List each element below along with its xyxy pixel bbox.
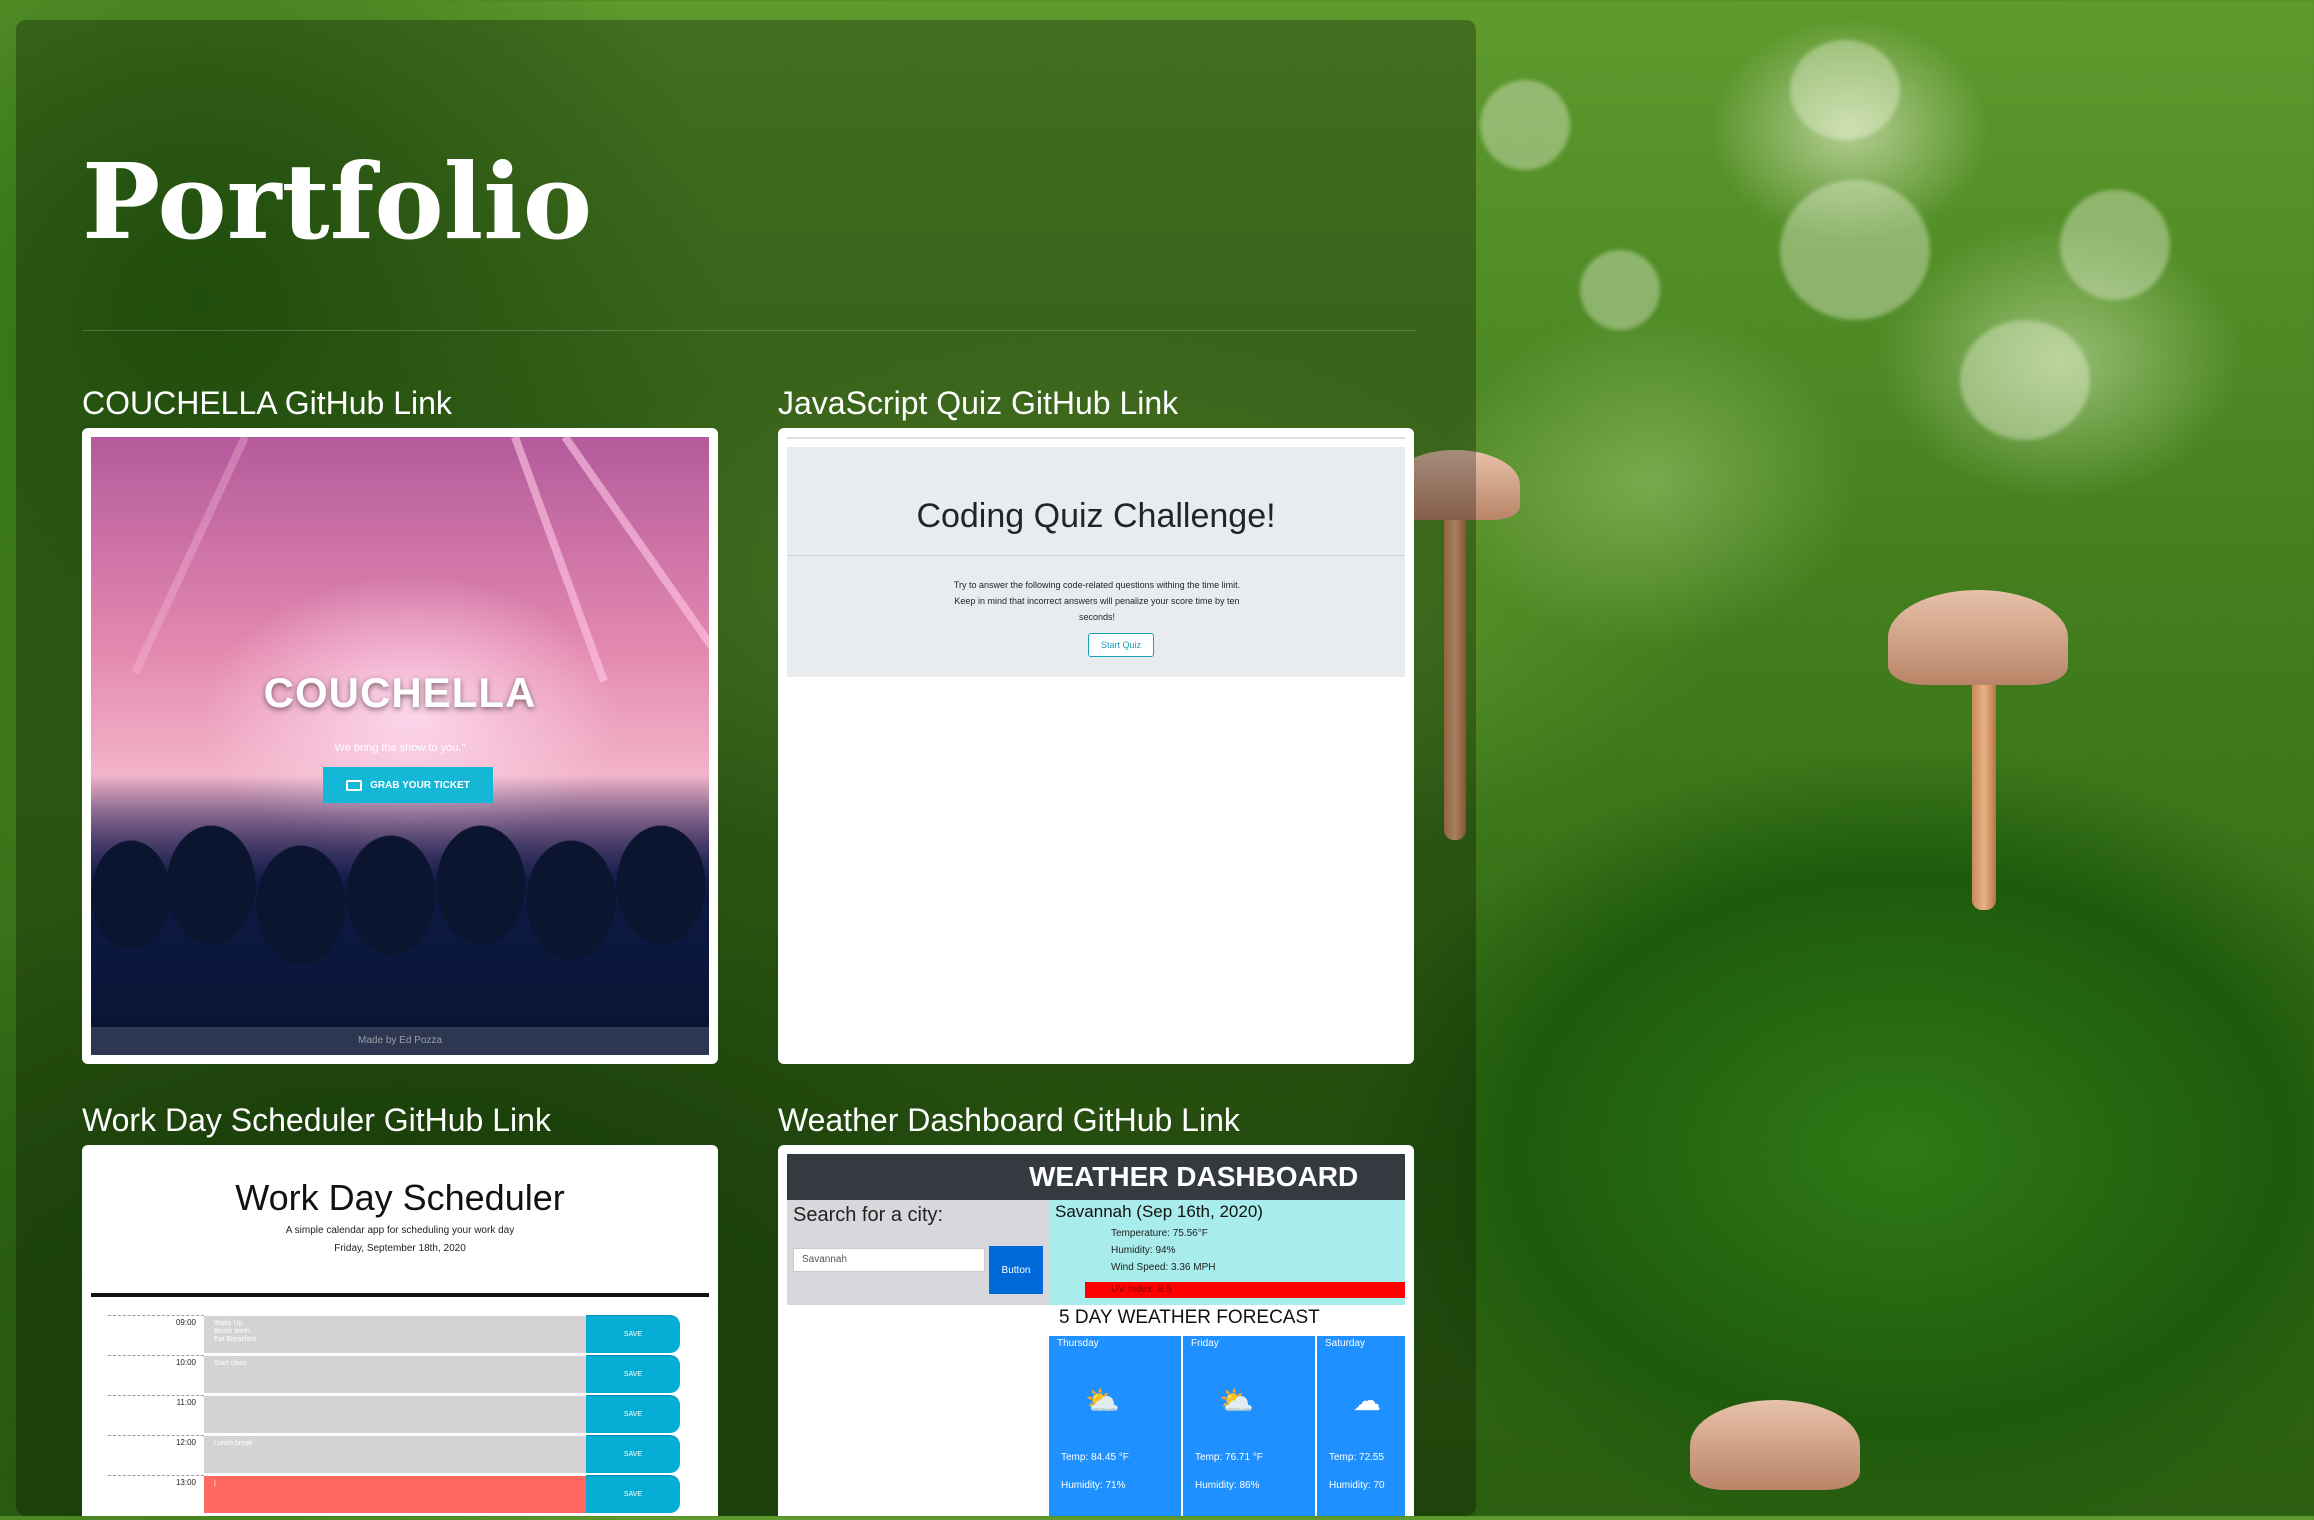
scheduler-title: Work Day Scheduler (235, 1177, 565, 1218)
background-bokeh (1790, 40, 1900, 140)
crowd-silhouette (91, 775, 709, 1055)
save-button: SAVE (586, 1395, 680, 1433)
background-bokeh (1960, 320, 2090, 440)
hour-label: 09:00 (108, 1315, 204, 1353)
cloud-icon: ☁ (1353, 1384, 1381, 1417)
forecast-humidity: Humidity: 70 (1329, 1480, 1385, 1491)
search-label: Search for a city: (793, 1204, 944, 1226)
weather-header: WEATHER DASHBOARD (787, 1154, 1405, 1200)
forecast-temp: Temp: 84.45 °F (1061, 1452, 1129, 1463)
weather-github-link[interactable]: Weather Dashboard GitHub Link (778, 1102, 1240, 1139)
current-weather-panel: Savannah (Sep 16th, 2020) Temperature: 7… (1049, 1200, 1405, 1305)
forecast-temp: Temp: 72.55 (1329, 1452, 1385, 1463)
forecast-day-name: Friday (1191, 1338, 1219, 1349)
time-block-row: 13:00 | SAVE (108, 1475, 692, 1513)
background-bokeh (1780, 180, 1930, 320)
weather-preview-card[interactable]: WEATHER DASHBOARD Search for a city: Sav… (778, 1145, 1414, 1516)
save-button: SAVE (586, 1475, 680, 1513)
time-block-row: 12:00 Lunch break SAVE (108, 1435, 692, 1473)
time-block-row: 11:00 SAVE (108, 1395, 692, 1433)
quiz-description: Try to answer the following code-related… (953, 580, 1241, 622)
forecast-day-card: Friday ⛅ Temp: 76.71 °F Humidity: 86% (1183, 1336, 1315, 1516)
forecast-day-card: Saturday ☁ Temp: 72.55 Humidity: 70 (1317, 1336, 1405, 1516)
background-mushroom (1690, 1390, 1870, 1520)
scheduler-preview-card[interactable]: Work Day Scheduler A simple calendar app… (82, 1145, 718, 1516)
grab-ticket-button: GRAB YOUR TICKET (323, 767, 493, 803)
time-block-row: 10:00 Start class SAVE (108, 1355, 692, 1393)
event-description: Lunch break (204, 1435, 586, 1473)
background-mushroom (1880, 580, 2080, 920)
background-bokeh (2060, 190, 2170, 300)
forecast-humidity: Humidity: 86% (1195, 1480, 1260, 1491)
background-bokeh (1580, 250, 1660, 330)
city-search-input: Savannah (793, 1248, 985, 1272)
couchella-title: COUCHELLA (263, 669, 537, 716)
couchella-github-link[interactable]: COUCHELLA GitHub Link (82, 385, 452, 422)
forecast-humidity: Humidity: 71% (1061, 1480, 1126, 1491)
couchella-footer: Made by Ed Pozza (91, 1027, 709, 1055)
title-divider (82, 330, 1415, 331)
hour-label: 12:00 (108, 1435, 204, 1473)
hour-label: 11:00 (108, 1395, 204, 1433)
forecast-title: 5 DAY WEATHER FORECAST (1059, 1307, 1320, 1328)
event-description (204, 1395, 586, 1433)
hour-label: 13:00 (108, 1475, 204, 1513)
save-button: SAVE (586, 1315, 680, 1353)
partly-cloudy-icon: ⛅ (1085, 1384, 1120, 1417)
start-quiz-button: Start Quiz (1088, 633, 1154, 657)
search-button: Button (989, 1246, 1043, 1294)
current-temperature: Temperature: 75.56°F (1111, 1228, 1208, 1239)
scheduler-subtitle: A simple calendar app for scheduling you… (285, 1225, 515, 1236)
quiz-jumbotron: Coding Quiz Challenge! Try to answer the… (787, 447, 1405, 677)
quiz-github-link[interactable]: JavaScript Quiz GitHub Link (778, 385, 1178, 422)
event-description: Wake Up Brush teeth Eat Breakfast (204, 1315, 586, 1353)
scheduler-date: Friday, September 18th, 2020 (334, 1243, 466, 1254)
event-description: | (204, 1475, 586, 1513)
hour-label: 10:00 (108, 1355, 204, 1393)
page-title: Portfolio (82, 140, 593, 263)
uv-index: UV Index: 8.5 (1085, 1282, 1405, 1298)
current-city: Savannah (Sep 16th, 2020) (1055, 1202, 1263, 1221)
couchella-tagline: We bring the show to you." (334, 742, 466, 754)
forecast-day-name: Saturday (1325, 1338, 1366, 1349)
current-humidity: Humidity: 94% (1111, 1245, 1176, 1256)
save-button: SAVE (586, 1355, 680, 1393)
time-block-row: 09:00 Wake Up Brush teeth Eat Breakfast … (108, 1315, 692, 1353)
quiz-preview-card[interactable]: Coding Quiz Challenge! Try to answer the… (778, 428, 1414, 1064)
save-button: SAVE (586, 1435, 680, 1473)
ticket-icon (346, 779, 363, 791)
current-wind: Wind Speed: 3.36 MPH (1111, 1262, 1216, 1273)
forecast-day-card: Thursday ⛅ Temp: 84.45 °F Humidity: 71% (1049, 1336, 1181, 1516)
forecast-day-name: Thursday (1057, 1338, 1099, 1349)
couchella-screenshot: COUCHELLA We bring the show to you." GRA… (91, 437, 709, 1055)
couchella-preview-card[interactable]: COUCHELLA We bring the show to you." GRA… (82, 428, 718, 1064)
background-bokeh (1480, 80, 1570, 170)
quiz-title: Coding Quiz Challenge! (916, 497, 1276, 535)
scheduler-github-link[interactable]: Work Day Scheduler GitHub Link (82, 1102, 551, 1139)
weather-search-panel: Search for a city: Savannah Button (787, 1200, 1049, 1305)
forecast-temp: Temp: 76.71 °F (1195, 1452, 1263, 1463)
partly-cloudy-icon: ⛅ (1219, 1384, 1254, 1417)
event-description: Start class (204, 1355, 586, 1393)
